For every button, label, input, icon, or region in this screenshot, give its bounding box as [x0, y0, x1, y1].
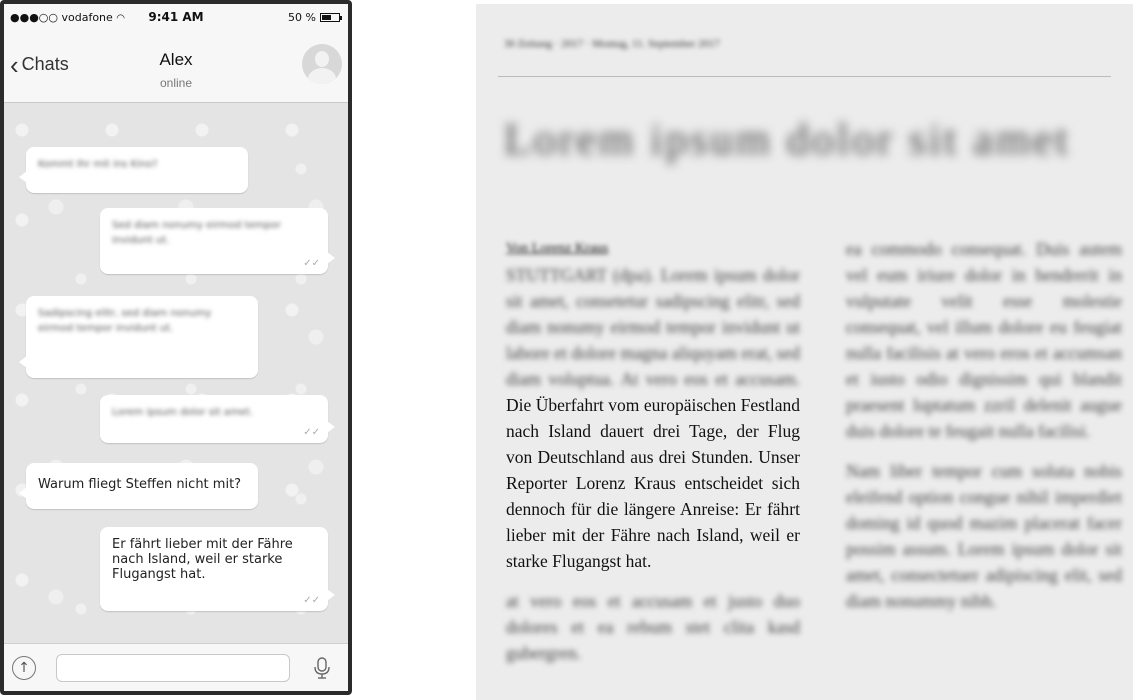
contact-name: Alex [159, 50, 193, 69]
article-byline: Von Lorenz Kraus [506, 241, 609, 256]
input-bar: ↑ [4, 643, 348, 691]
message-bubble[interactable]: Sed diam nonumy eirmod tempor invidunt u… [100, 208, 335, 274]
message-text: Warum fliegt Steffen nicht mit? [38, 477, 242, 492]
newspaper-headline: Lorem ipsum dolor sit amet [504, 115, 1071, 164]
article-intro-blurred: STUTTGART (dpa). Lorem ipsum dolor sit a… [506, 265, 800, 389]
message-bubble[interactable]: Lorem ipsum dolor sit amet. ✓✓ [100, 395, 335, 443]
article-column-left: Von Lorenz Kraus STUTTGART (dpa). Lorem … [506, 236, 800, 666]
article-intro-clear: Die Überfahrt vom europäischen Festland … [506, 395, 800, 571]
message-bubble[interactable]: Warum fliegt Steffen nicht mit? [19, 463, 258, 509]
message-text: Er fährt lieber mit der Fähre nach Islan… [112, 537, 293, 582]
read-check-icon: ✓✓ [303, 595, 320, 606]
article-column-right: ea commodo consequat. Duis autem vel eum… [846, 236, 1122, 614]
message-text: Kommt Ihr mit ins Kino? [38, 159, 158, 170]
chat-header: ‹ Chats Alex online [4, 30, 348, 103]
avatar-head [315, 51, 329, 67]
message-bubble[interactable]: Kommt Ihr mit ins Kino? [19, 147, 248, 193]
phone-mockup: ●●●○○ vodafone ◠ 9:41 AM 50 % ‹ Chats Al… [0, 0, 352, 695]
newspaper-header-line: 30 Zeitung · 2017 · Montag, 11. Septembe… [504, 38, 720, 50]
battery-fill [322, 15, 331, 20]
message-bubble[interactable]: Sadipscing elitr, sed diam nonumy eirmod… [19, 296, 258, 378]
article-right-paragraph-1: ea commodo consequat. Duis autem vel eum… [846, 239, 1122, 441]
avatar[interactable] [302, 44, 342, 84]
chat-area: Kommt Ihr mit ins Kino? Sed diam nonumy … [4, 103, 348, 643]
battery-indicator: 50 % [288, 11, 342, 24]
message-text: Sadipscing elitr, sed diam nonumy eirmod… [38, 308, 212, 334]
battery-percent: 50 % [288, 11, 316, 24]
microphone-icon[interactable] [312, 656, 332, 680]
read-check-icon: ✓✓ [303, 427, 320, 438]
contact-status: online [159, 76, 193, 90]
battery-icon [320, 13, 342, 22]
header-divider [498, 76, 1111, 77]
read-check-icon: ✓✓ [303, 258, 320, 269]
message-input[interactable] [56, 654, 290, 682]
message-text: Lorem ipsum dolor sit amet. [112, 407, 253, 418]
avatar-body [308, 68, 336, 84]
message-bubble[interactable]: Er fährt lieber mit der Fähre nach Islan… [100, 527, 335, 611]
article-outro-blurred: at vero eos et accusam et justo duo dolo… [506, 591, 800, 663]
status-bar: ●●●○○ vodafone ◠ 9:41 AM 50 % [4, 4, 348, 30]
message-text: Sed diam nonumy eirmod tempor invidunt u… [112, 220, 281, 246]
newspaper-page: 30 Zeitung · 2017 · Montag, 11. Septembe… [476, 4, 1133, 700]
article-right-paragraph-2: Nam liber tempor cum soluta nobis eleife… [846, 461, 1122, 611]
upload-arrow-icon[interactable]: ↑ [12, 656, 36, 680]
